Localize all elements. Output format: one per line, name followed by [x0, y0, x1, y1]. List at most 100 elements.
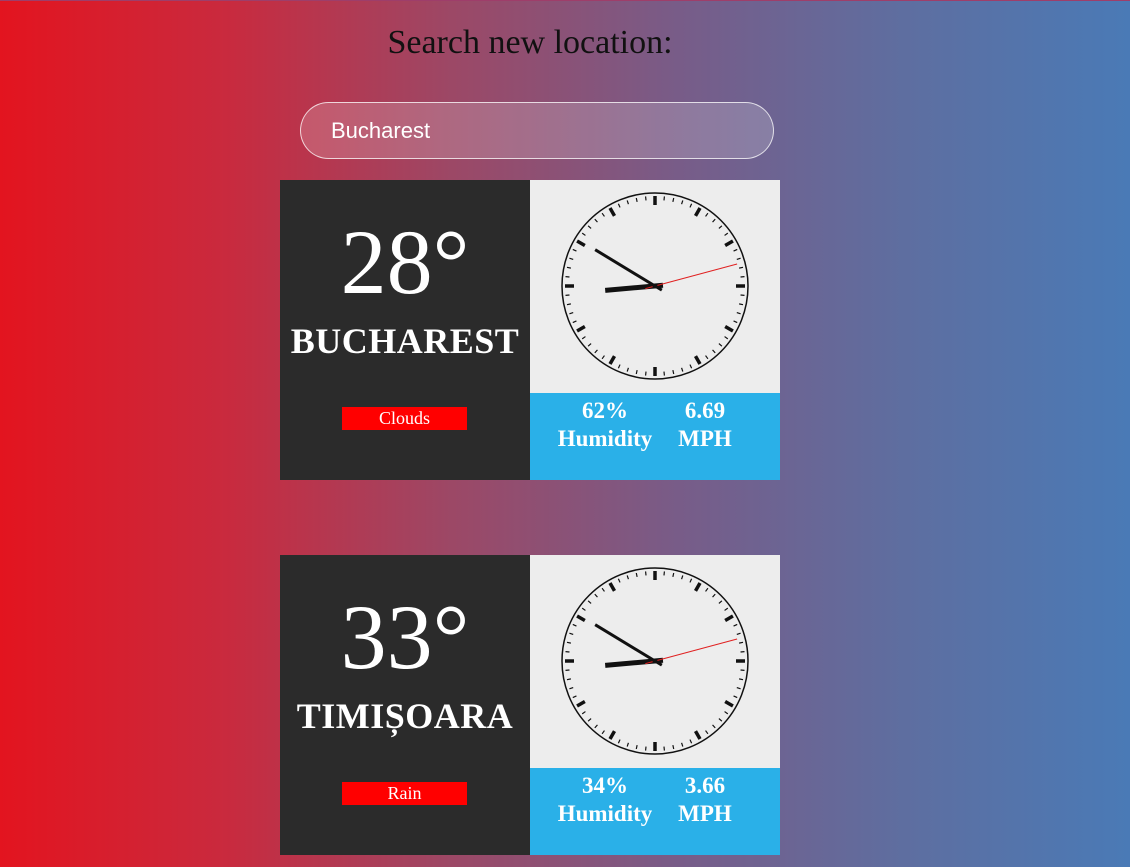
hour-tick	[576, 699, 586, 708]
minute-tick	[581, 336, 586, 340]
humidity-value: 62%	[582, 398, 628, 423]
minute-tick	[572, 248, 577, 252]
minute-tick	[738, 641, 744, 644]
hour-tick	[576, 239, 586, 248]
minute-tick	[569, 257, 574, 260]
analog-clock-icon	[561, 192, 749, 380]
minute-tick	[738, 303, 744, 306]
hour-tick	[693, 207, 702, 217]
hour-tick	[576, 614, 586, 623]
hour-tick	[608, 582, 617, 592]
humidity-label: Humidity	[557, 801, 653, 826]
minute-tick	[587, 225, 592, 229]
minute-tick	[626, 742, 629, 747]
minute-tick	[594, 593, 598, 598]
minute-tick	[566, 678, 572, 681]
city-name: BUCHAREST	[290, 321, 520, 361]
minute-tick	[672, 744, 675, 750]
stats-panel: 62% Humidity 6.69 MPH	[530, 393, 780, 480]
clock-panel	[530, 555, 780, 768]
minute-tick	[617, 203, 621, 208]
weather-summary-panel: 28° BUCHAREST Clouds	[280, 180, 530, 480]
wind-value: 6.69	[684, 398, 726, 423]
minute-tick	[689, 203, 693, 208]
minute-tick	[736, 257, 741, 260]
wind-value: 3.66	[684, 773, 726, 798]
minute-tick	[733, 248, 738, 252]
minute-tick	[587, 600, 592, 604]
minute-tick	[617, 364, 621, 369]
second-hand	[645, 263, 738, 290]
minute-tick	[689, 739, 693, 744]
hour-tick	[608, 207, 617, 217]
minute-tick	[718, 225, 723, 229]
wind-stat: 3.66 MPH	[665, 772, 745, 828]
clock-center	[652, 658, 658, 664]
minute-tick	[672, 572, 675, 578]
hour-tick	[576, 324, 586, 333]
minute-tick	[724, 607, 729, 611]
minute-tick	[705, 355, 709, 360]
minute-tick	[736, 312, 741, 315]
city-name: TIMIȘOARA	[296, 696, 514, 736]
minute-tick	[712, 593, 716, 598]
minute-tick	[581, 232, 586, 236]
minute-tick	[689, 578, 693, 583]
minute-tick	[569, 687, 574, 690]
minute-tick	[626, 367, 629, 372]
minute-tick	[672, 369, 675, 375]
minute-tick	[672, 197, 675, 203]
minute-tick	[635, 744, 638, 750]
minute-tick	[712, 724, 716, 729]
minute-tick	[617, 739, 621, 744]
minute-tick	[736, 687, 741, 690]
minute-tick	[587, 718, 592, 722]
minute-tick	[724, 336, 729, 340]
minute-tick	[718, 343, 723, 347]
minute-tick	[705, 730, 709, 735]
minute-tick	[705, 212, 709, 217]
minute-tick	[724, 232, 729, 236]
wind-label: MPH	[678, 801, 732, 826]
minute-tick	[566, 266, 572, 269]
minute-tick	[626, 575, 629, 580]
minute-tick	[601, 587, 605, 592]
minute-tick	[572, 695, 577, 699]
condition-badge: Rain	[342, 782, 467, 805]
minute-tick	[718, 718, 723, 722]
minute-tick	[733, 320, 738, 324]
location-search-input[interactable]	[300, 102, 774, 159]
wind-stat: 6.69 MPH	[665, 397, 745, 453]
analog-clock-icon	[561, 567, 749, 755]
minute-tick	[738, 678, 744, 681]
minute-tick	[712, 349, 716, 354]
minute-tick	[733, 623, 738, 627]
minute-tick	[594, 218, 598, 223]
minute-tick	[681, 367, 684, 372]
minute-tick	[635, 572, 638, 578]
clock-center	[652, 283, 658, 289]
minute-tick	[738, 266, 744, 269]
search-heading: Search new location:	[387, 24, 673, 61]
minute-tick	[572, 320, 577, 324]
minute-tick	[681, 575, 684, 580]
minute-tick	[635, 369, 638, 375]
minute-tick	[569, 632, 574, 635]
humidity-stat: 34% Humidity	[545, 772, 665, 828]
hour-tick	[608, 730, 617, 740]
minute-tick	[594, 724, 598, 729]
hour-tick	[693, 730, 702, 740]
minute-tick	[712, 218, 716, 223]
minute-tick	[681, 200, 684, 205]
minute-tick	[581, 711, 586, 715]
minute-tick	[689, 364, 693, 369]
humidity-label: Humidity	[557, 426, 653, 451]
hour-tick	[724, 614, 734, 623]
minute-tick	[635, 197, 638, 203]
minute-tick	[566, 303, 572, 306]
minute-tick	[594, 349, 598, 354]
clock-panel	[530, 180, 780, 393]
wind-label: MPH	[678, 426, 732, 451]
minute-tick	[681, 742, 684, 747]
minute-tick	[736, 632, 741, 635]
